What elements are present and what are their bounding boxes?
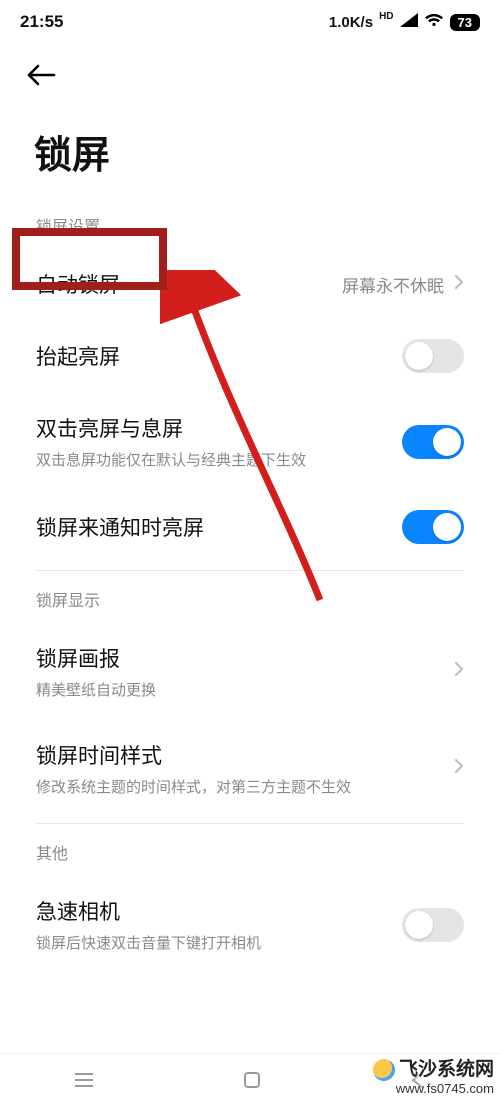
watermark-line1: 飞沙系统网 [399, 1059, 494, 1080]
row-title: 锁屏画报 [36, 643, 156, 673]
chevron-right-icon [454, 757, 464, 780]
row-value: 屏幕永不休眠 [342, 272, 444, 297]
annotation-highlight-box [12, 228, 167, 290]
row-title: 锁屏来通知时亮屏 [36, 512, 204, 542]
row-notify-wake[interactable]: 锁屏来通知时亮屏 [0, 490, 500, 564]
row-double-tap[interactable]: 双击亮屏与息屏 双击息屏功能仅在默认与经典主题下生效 [0, 393, 500, 490]
toggle-notify-wake[interactable] [402, 510, 464, 544]
row-wallpaper[interactable]: 锁屏画报 精美壁纸自动更换 [0, 623, 500, 720]
row-subtitle: 双击息屏功能仅在默认与经典主题下生效 [36, 449, 306, 470]
battery-badge: 73 [450, 14, 480, 31]
nav-recents-icon[interactable] [73, 1071, 95, 1094]
toggle-double-tap[interactable] [402, 425, 464, 459]
net-speed: 1.0K/s [329, 14, 373, 31]
chevron-right-icon [454, 273, 464, 296]
watermark: 飞沙系统网 www.fs0745.com [373, 1059, 494, 1097]
toggle-raise-wake[interactable] [402, 339, 464, 373]
row-raise-wake[interactable]: 抬起亮屏 [0, 319, 500, 393]
row-title: 抬起亮屏 [36, 341, 120, 371]
status-bar: 21:55 1.0K/s HD 73 [0, 0, 500, 44]
divider [36, 570, 464, 571]
signal-icon [400, 13, 418, 31]
section-lock-display: 锁屏显示 [0, 577, 500, 623]
wifi-icon [424, 13, 444, 31]
row-subtitle: 修改系统主题的时间样式，对第三方主题不生效 [36, 776, 351, 797]
row-title: 锁屏时间样式 [36, 740, 351, 770]
nav-home-icon[interactable] [242, 1070, 262, 1095]
watermark-logo-icon [373, 1059, 395, 1081]
hd-indicator: HD [379, 11, 393, 22]
row-title: 急速相机 [36, 896, 261, 926]
row-subtitle: 精美壁纸自动更换 [36, 679, 156, 700]
row-quick-camera[interactable]: 急速相机 锁屏后快速双击音量下键打开相机 [0, 876, 500, 973]
page-title: 锁屏 [0, 98, 500, 203]
toggle-quick-camera[interactable] [402, 908, 464, 942]
row-time-style[interactable]: 锁屏时间样式 修改系统主题的时间样式，对第三方主题不生效 [0, 720, 500, 817]
row-title: 双击亮屏与息屏 [36, 413, 306, 443]
status-right: 1.0K/s HD 73 [329, 13, 480, 31]
watermark-line2: www.fs0745.com [373, 1081, 494, 1097]
back-button[interactable] [26, 60, 56, 93]
section-other: 其他 [0, 830, 500, 876]
phone-frame: 21:55 1.0K/s HD 73 锁屏 锁屏设置 自动锁屏 屏幕永不休眠 [0, 0, 500, 1111]
back-row [0, 44, 500, 98]
chevron-right-icon [454, 660, 464, 683]
divider [36, 823, 464, 824]
status-time: 21:55 [20, 12, 63, 32]
row-subtitle: 锁屏后快速双击音量下键打开相机 [36, 932, 261, 953]
